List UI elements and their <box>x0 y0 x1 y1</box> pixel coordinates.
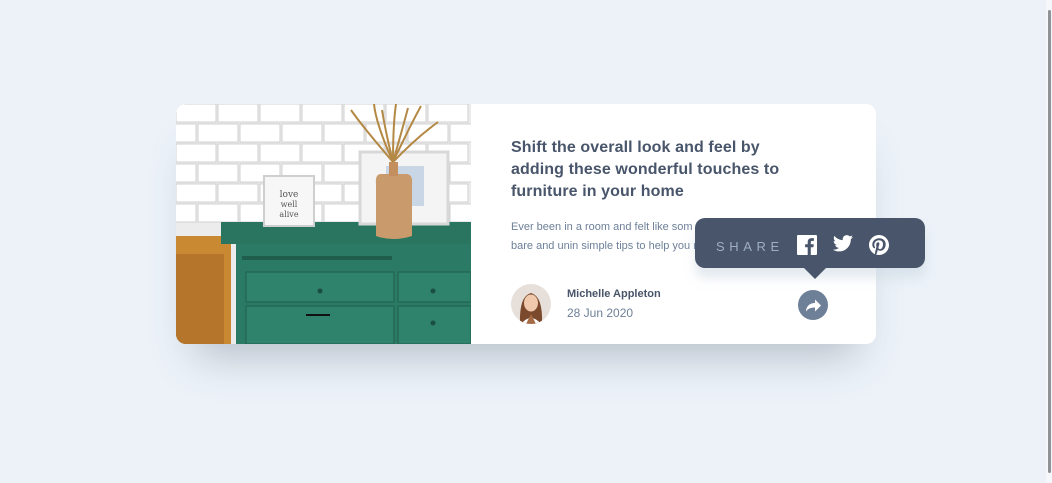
twitter-icon[interactable] <box>832 235 853 255</box>
publish-date: 28 Jun 2020 <box>567 306 634 320</box>
share-icon <box>805 299 821 311</box>
share-label: SHARE <box>716 239 784 254</box>
svg-text:well: well <box>281 200 298 209</box>
author-block: Michelle Appleton 28 Jun 2020 <box>511 284 841 324</box>
pinterest-icon[interactable] <box>869 235 889 255</box>
author-name: Michelle Appleton <box>567 288 661 300</box>
share-button[interactable] <box>798 290 828 320</box>
drawer-image: love well alive <box>176 104 471 344</box>
article-title: Shift the overall look and feel by addin… <box>511 139 780 200</box>
svg-text:alive: alive <box>279 210 298 219</box>
share-tooltip: SHARE <box>695 218 925 279</box>
scrollbar-thumb[interactable] <box>1048 10 1051 473</box>
avatar <box>511 284 551 324</box>
scrollbar[interactable] <box>1046 0 1052 483</box>
svg-text:love: love <box>280 190 299 200</box>
facebook-icon[interactable] <box>797 235 817 255</box>
